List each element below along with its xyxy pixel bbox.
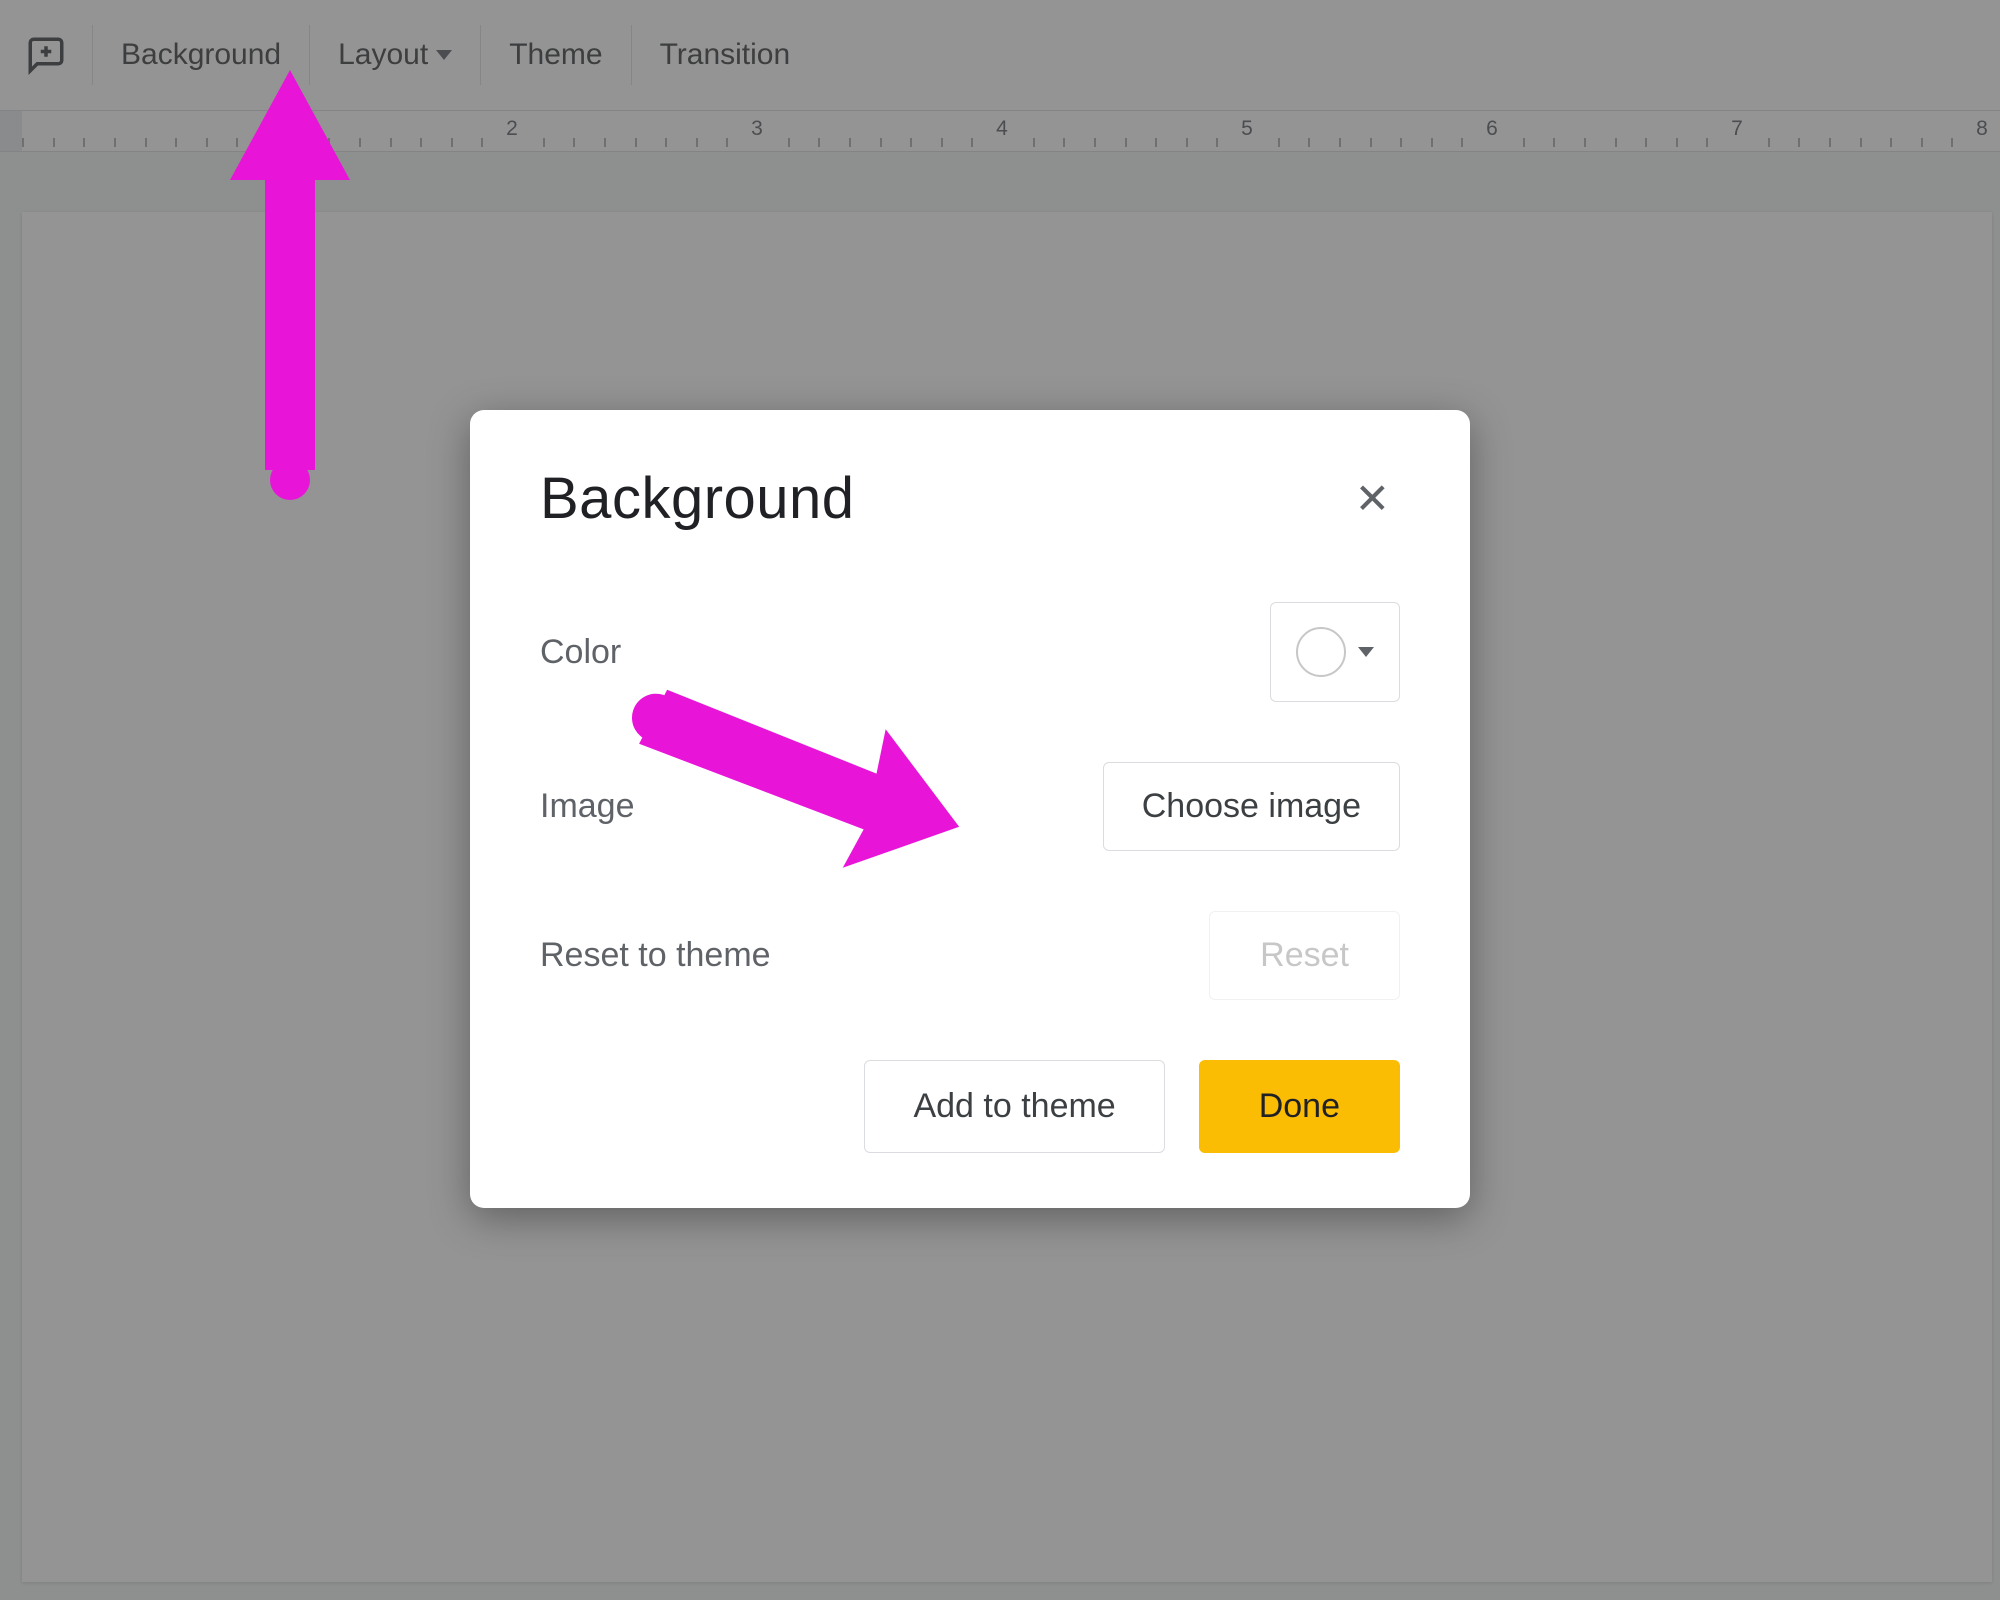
color-swatch-icon	[1296, 627, 1346, 677]
add-to-theme-button[interactable]: Add to theme	[864, 1060, 1164, 1153]
button-label: Choose image	[1142, 787, 1361, 825]
image-row-label: Image	[540, 787, 635, 826]
color-row-label: Color	[540, 633, 621, 672]
done-button[interactable]: Done	[1199, 1060, 1400, 1153]
reset-button[interactable]: Reset	[1209, 911, 1400, 1000]
close-button[interactable]: ✕	[1345, 472, 1400, 526]
background-dialog: Background ✕ Color Image Choose image Re…	[470, 410, 1470, 1208]
choose-image-button[interactable]: Choose image	[1103, 762, 1400, 851]
dialog-title: Background	[540, 465, 855, 532]
button-label: Reset	[1260, 936, 1349, 974]
reset-row-label: Reset to theme	[540, 936, 771, 975]
button-label: Add to theme	[913, 1087, 1115, 1125]
color-picker-button[interactable]	[1270, 602, 1400, 702]
chevron-down-icon	[1358, 647, 1374, 657]
close-icon: ✕	[1355, 475, 1390, 522]
button-label: Done	[1259, 1087, 1340, 1125]
